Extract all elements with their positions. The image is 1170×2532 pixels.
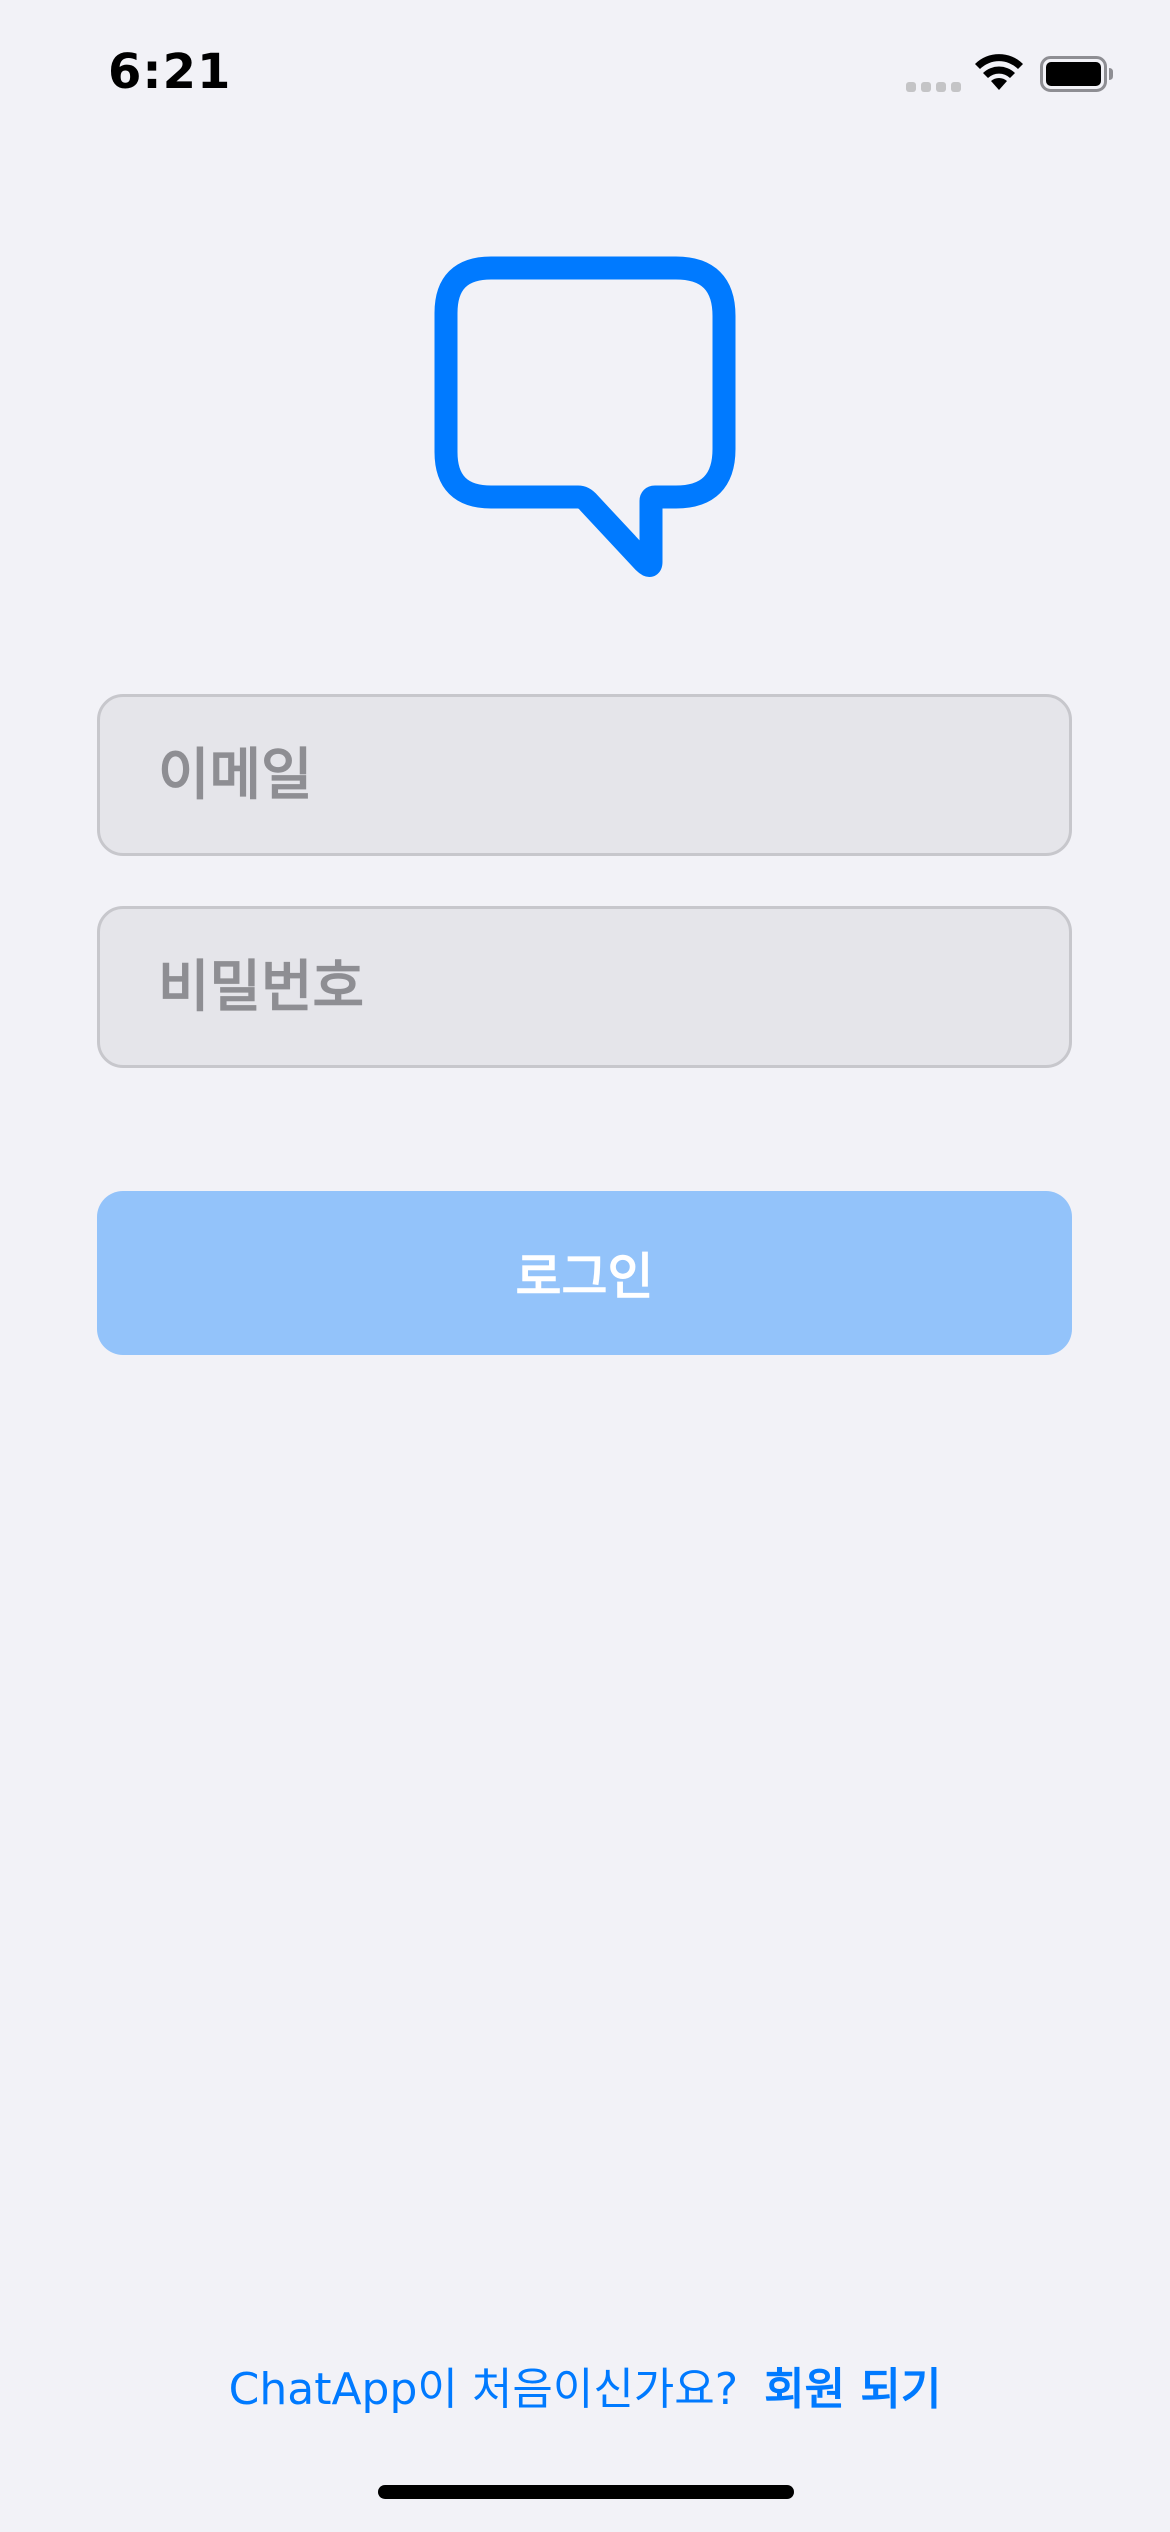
chat-bubble-icon [434, 256, 736, 577]
wifi-icon [975, 54, 1023, 90]
status-bar: 6:21 [0, 0, 1170, 150]
signup-link[interactable]: 회원 되기 [764, 2353, 941, 2417]
cellular-signal-icon [906, 82, 962, 92]
email-input[interactable] [100, 697, 1069, 853]
signup-prompt: ChatApp이 처음이신가요? [228, 2364, 739, 2415]
signup-row: ChatApp이 처음이신가요? 회원 되기 [0, 2350, 1170, 2420]
home-indicator[interactable] [378, 2485, 794, 2499]
password-field[interactable] [97, 906, 1072, 1068]
password-input[interactable] [100, 909, 1069, 1065]
battery-icon [1040, 56, 1113, 92]
email-field[interactable] [97, 694, 1072, 856]
status-time: 6:21 [108, 44, 232, 100]
login-button[interactable]: 로그인 [97, 1191, 1072, 1355]
